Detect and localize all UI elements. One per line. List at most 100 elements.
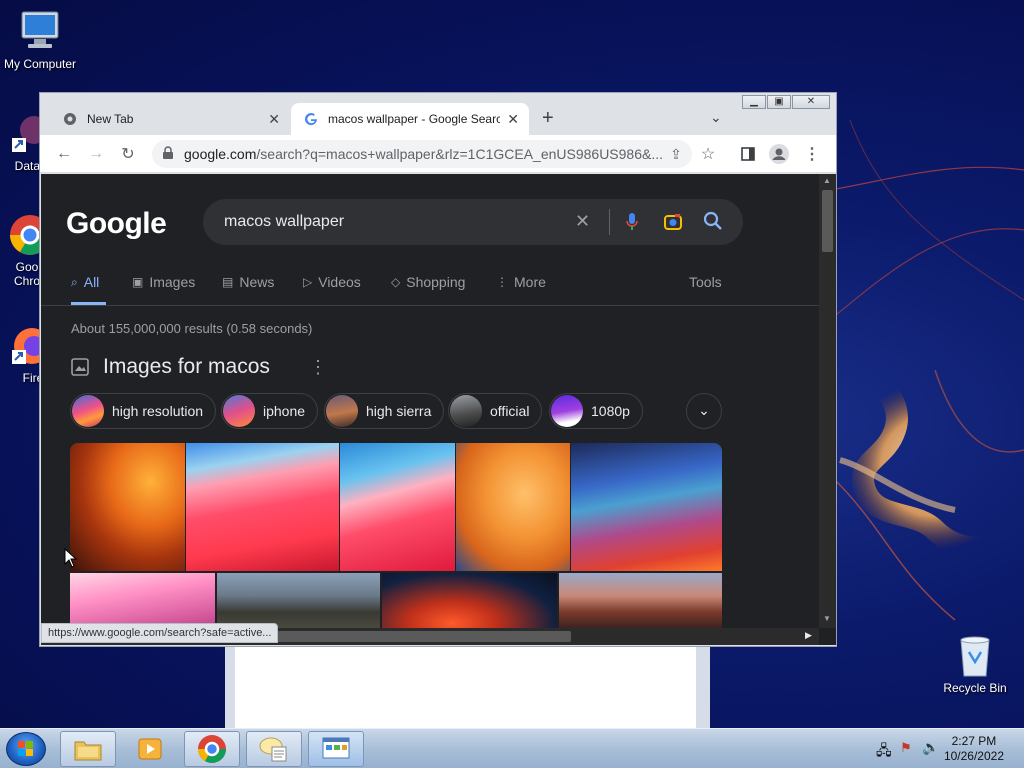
image-result[interactable]: [340, 443, 455, 571]
share-icon[interactable]: ⇪: [666, 144, 686, 164]
image-result[interactable]: [217, 573, 380, 628]
image-result[interactable]: [571, 443, 722, 571]
chip-thumbnail: [72, 395, 104, 427]
chrome-icon: [198, 735, 226, 763]
taskbar-chrome[interactable]: [184, 731, 240, 767]
action-center-flag-icon[interactable]: ⚑: [900, 740, 912, 756]
scroll-up-arrow-icon[interactable]: ▲: [823, 176, 831, 185]
dots-vertical-icon: ⋮: [496, 275, 508, 289]
chip-high-resolution[interactable]: high resolution: [70, 393, 217, 429]
google-favicon-icon: [303, 111, 319, 127]
menu-kebab-icon[interactable]: ⋮: [802, 144, 822, 164]
image-result[interactable]: [456, 443, 570, 571]
forward-arrow-icon[interactable]: →: [86, 144, 106, 164]
tab-shopping[interactable]: ◇ Shopping: [391, 274, 465, 290]
tab-search-chevron-icon[interactable]: ⌄: [710, 109, 722, 126]
image-result[interactable]: [70, 573, 215, 628]
image-icon: ▣: [132, 275, 144, 289]
scroll-right-arrow-icon[interactable]: ▶: [805, 630, 812, 641]
start-button[interactable]: [6, 732, 46, 766]
system-tray: 🖧 ⚑ 🔈 2:27 PM 10/26/2022: [854, 729, 1024, 768]
browser-toolbar: ← → ↻ google.com/search?q=macos+wallpape…: [40, 135, 836, 173]
address-bar[interactable]: google.com/search?q=macos+wallpaper&rlz=…: [152, 140, 692, 168]
reload-icon[interactable]: ↻: [118, 144, 138, 164]
clock-date: 10/26/2022: [943, 749, 1004, 763]
tab-title: New Tab: [87, 112, 134, 126]
search-box[interactable]: macos wallpaper ✕: [203, 199, 743, 245]
status-bubble: https://www.google.com/search?safe=activ…: [41, 623, 279, 643]
result-stats: About 155,000,000 results (0.58 seconds): [71, 321, 313, 336]
tab-google-search[interactable]: macos wallpaper - Google Searc ✕: [291, 103, 529, 135]
search-icon[interactable]: [703, 211, 723, 236]
tab-all[interactable]: ⌕ All: [71, 274, 99, 290]
more-options-icon[interactable]: ⋮: [309, 357, 327, 378]
chip-official[interactable]: official: [448, 393, 543, 429]
taskbar-control-panel[interactable]: [308, 731, 364, 767]
taskbar-explorer[interactable]: [60, 731, 116, 767]
taskbar-notepad[interactable]: [246, 731, 302, 767]
image-result[interactable]: [382, 573, 557, 628]
side-panel-icon[interactable]: [738, 144, 758, 164]
scroll-down-arrow-icon[interactable]: ▼: [823, 614, 831, 623]
tab-new-tab[interactable]: New Tab ✕: [50, 103, 290, 135]
mouse-cursor-icon: [64, 548, 78, 568]
clear-icon[interactable]: ✕: [575, 211, 590, 232]
close-window-button[interactable]: ✕: [792, 95, 830, 109]
vertical-scrollbar[interactable]: ▲ ▼: [819, 174, 836, 628]
network-icon[interactable]: 🖧: [876, 740, 892, 764]
image-result[interactable]: [559, 573, 722, 628]
microphone-icon[interactable]: [625, 212, 639, 237]
image-result[interactable]: [186, 443, 339, 571]
control-panel-icon: [322, 737, 350, 759]
chat-notes-icon: [259, 737, 287, 762]
desktop-icon-my-computer[interactable]: My Computer: [0, 8, 80, 71]
minimize-button[interactable]: ▁: [742, 95, 766, 109]
maximize-button[interactable]: ▣: [767, 95, 791, 109]
desktop-icon-label: Recycle Bin: [943, 681, 1007, 695]
chip-1080p[interactable]: 1080p: [549, 393, 643, 429]
profile-avatar-icon[interactable]: [769, 144, 789, 164]
clock[interactable]: 2:27 PM 10/26/2022: [944, 734, 1004, 764]
computer-icon: [16, 8, 64, 54]
tools-button[interactable]: Tools: [689, 274, 722, 290]
tag-icon: ◇: [391, 275, 401, 289]
tab-images[interactable]: ▣ Images: [132, 274, 195, 290]
tab-videos[interactable]: ▷ Videos: [303, 274, 361, 290]
divider: [609, 209, 610, 235]
wallpaper-jellyfish: [835, 370, 1024, 621]
back-arrow-icon[interactable]: ←: [54, 144, 74, 164]
desktop-icon-recycle-bin[interactable]: Recycle Bin: [935, 632, 1015, 695]
desktop-icon-label: Goo Chro: [13, 260, 40, 288]
desktop-icon-label: My Computer: [3, 57, 77, 71]
images-section-title[interactable]: Images for macos: [103, 355, 270, 379]
volume-icon[interactable]: 🔈: [922, 739, 939, 756]
folder-icon: [74, 741, 102, 761]
lock-icon: [162, 146, 174, 163]
tab-news[interactable]: ▤ News: [222, 274, 274, 290]
taskbar-media-player[interactable]: [122, 731, 178, 767]
tab-more[interactable]: ⋮ More: [496, 274, 546, 290]
search-query[interactable]: macos wallpaper: [224, 213, 344, 231]
camera-lens-icon[interactable]: [663, 212, 683, 237]
chip-thumbnail: [450, 395, 482, 427]
chip-iphone[interactable]: iphone: [221, 393, 319, 429]
chip-high-sierra[interactable]: high sierra: [324, 393, 445, 429]
url-path: /search?q=macos+wallpaper&rlz=1C1GCEA_en…: [256, 146, 664, 162]
scrollbar-thumb[interactable]: [822, 190, 833, 252]
expand-chips-button[interactable]: ⌄: [686, 393, 722, 429]
windows-logo-icon: [18, 741, 33, 756]
bookmark-star-icon[interactable]: ☆: [698, 144, 718, 164]
tab-strip: New Tab ✕ macos wallpaper - Google Searc…: [40, 93, 836, 135]
new-tab-button[interactable]: +: [542, 107, 554, 130]
image-result[interactable]: [70, 443, 185, 571]
background-window-frame: [225, 645, 710, 729]
chrome-window: New Tab ✕ macos wallpaper - Google Searc…: [39, 92, 837, 647]
media-player-icon: [138, 738, 162, 760]
google-logo[interactable]: Google: [66, 207, 167, 241]
divider: [41, 305, 819, 306]
image-icon: [71, 358, 89, 381]
chip-thumbnail: [326, 395, 358, 427]
scrollbar-corner: [819, 628, 836, 645]
close-tab-icon[interactable]: ✕: [268, 111, 280, 128]
close-tab-icon[interactable]: ✕: [507, 111, 519, 128]
